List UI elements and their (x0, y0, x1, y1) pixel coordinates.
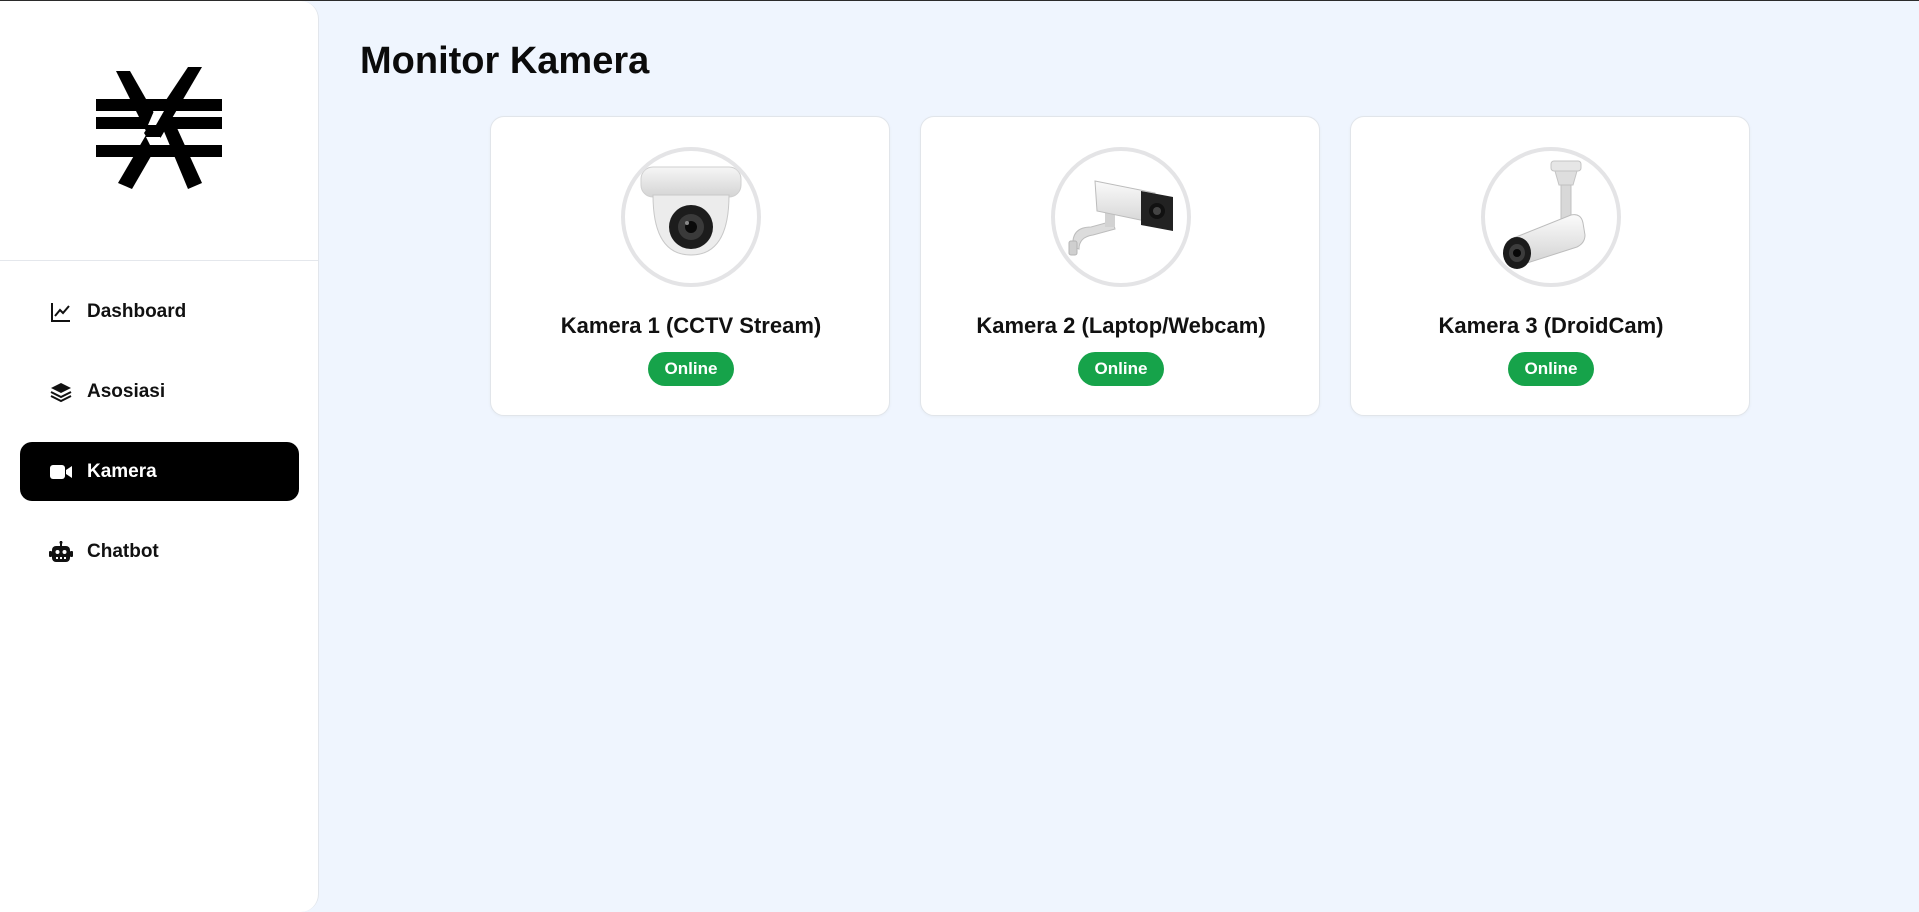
app-logo[interactable] (92, 65, 226, 193)
sidebar-item-dashboard[interactable]: Dashboard (20, 282, 299, 341)
sidebar-item-kamera[interactable]: Kamera (20, 442, 299, 501)
camera-card-1[interactable]: Kamera 1 (CCTV Stream) Online (490, 116, 890, 416)
status-badge: Online (1078, 352, 1164, 386)
box-camera-image (1068, 180, 1173, 256)
dome-camera-image (640, 166, 742, 256)
sidebar-item-asosiasi[interactable]: Asosiasi (20, 362, 299, 421)
sidebar-item-label: Dashboard (87, 300, 187, 322)
camera-thumbnail (1481, 147, 1621, 287)
status-badge: Online (648, 352, 734, 386)
page-title: Monitor Kamera (360, 40, 650, 82)
layers-icon (49, 380, 73, 404)
robot-icon (49, 540, 73, 564)
camera-card-3[interactable]: Kamera 3 (DroidCam) Online (1350, 116, 1750, 416)
bullet-camera-image (1503, 160, 1586, 269)
camera-card-2[interactable]: Kamera 2 (Laptop/Webcam) Online (920, 116, 1320, 416)
sidebar-item-label: Asosiasi (87, 380, 166, 402)
chart-line-icon (49, 300, 73, 324)
logo-area (0, 1, 318, 261)
camera-name: Kamera 2 (Laptop/Webcam) (976, 313, 1266, 338)
sidebar-item-chatbot[interactable]: Chatbot (20, 522, 299, 581)
camera-name: Kamera 1 (CCTV Stream) (560, 313, 822, 338)
camera-name: Kamera 3 (DroidCam) (1438, 313, 1664, 338)
camera-thumbnail (1051, 147, 1191, 287)
camera-thumbnail (621, 147, 761, 287)
sidebar: Dashboard Asosiasi Kamera Chatbot (0, 1, 319, 912)
sidebar-item-label: Kamera (87, 460, 157, 482)
sidebar-item-label: Chatbot (87, 540, 159, 562)
status-badge: Online (1508, 352, 1594, 386)
video-camera-icon (49, 460, 73, 484)
